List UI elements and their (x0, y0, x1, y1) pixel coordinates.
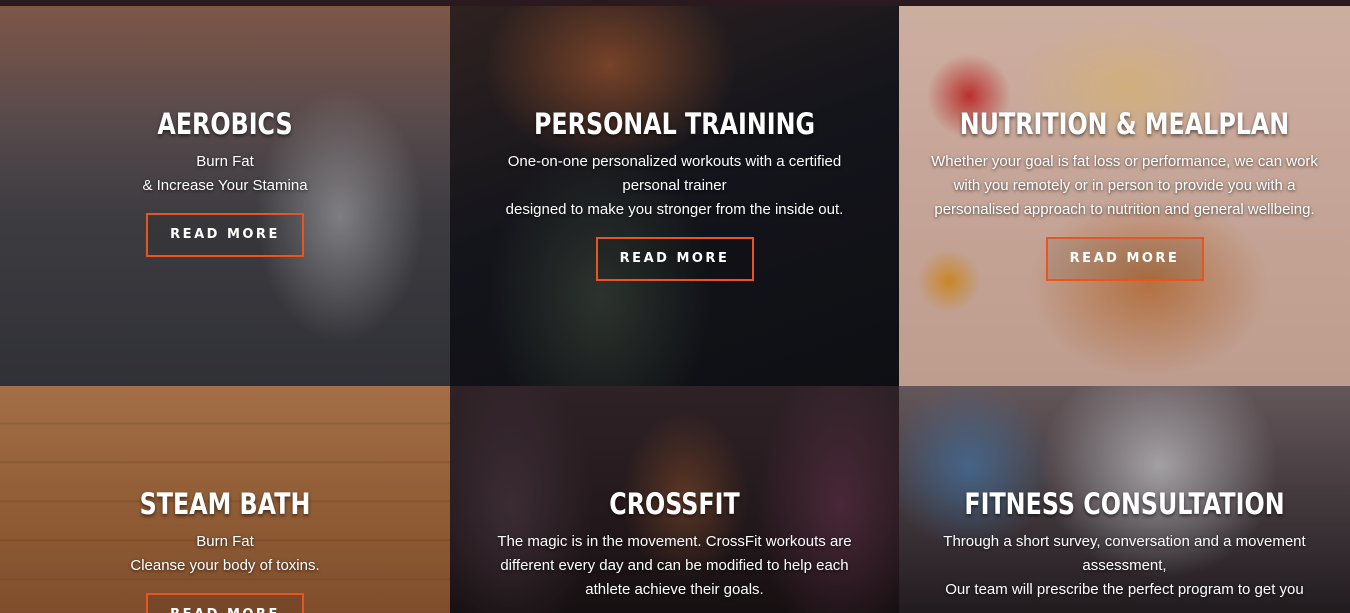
description-line: Cleanse your body of toxins. (130, 557, 320, 574)
aerobics-content: AEROBICS Burn Fat & Increase Your Stamin… (0, 106, 450, 257)
service-tile-crossfit: CROSSFIT The magic is in the movement. C… (450, 386, 899, 613)
service-description: One-on-one personalized workouts with a … (450, 150, 899, 222)
nutrition-content: NUTRITION & MEALPLAN Whether your goal i… (899, 106, 1350, 281)
crossfit-content: CROSSFIT The magic is in the movement. C… (450, 486, 899, 602)
description-line: Whether your goal is fat loss or perform… (931, 153, 1318, 170)
service-title: STEAM BATH (139, 487, 311, 521)
fitness-consultation-content: FITNESS CONSULTATION Through a short sur… (899, 486, 1350, 602)
description-line: with you remotely or in person to provid… (953, 177, 1296, 194)
services-grid: AEROBICS Burn Fat & Increase Your Stamin… (0, 6, 1350, 613)
read-more-button[interactable]: READ MORE (146, 593, 304, 613)
description-line: Burn Fat (196, 153, 254, 170)
description-line: One-on-one personalized workouts with a … (507, 153, 842, 170)
steam-bath-content: STEAM BATH Burn Fat Cleanse your body of… (0, 486, 450, 613)
description-line: personalised approach to nutrition and g… (934, 201, 1315, 218)
read-more-button[interactable]: READ MORE (595, 237, 754, 281)
service-title: PERSONAL TRAINING (533, 107, 816, 141)
service-title: AEROBICS (157, 107, 293, 141)
description-line: different every day and can be modified … (500, 557, 849, 574)
service-tile-fitness-consultation: FITNESS CONSULTATION Through a short sur… (899, 386, 1350, 613)
description-line: personal trainer (622, 177, 727, 194)
read-more-button[interactable]: READ MORE (146, 213, 304, 257)
service-description: Burn Fat & Increase Your Stamina (0, 150, 450, 198)
description-line: Our team will prescribe the perfect prog… (945, 581, 1304, 598)
service-description: The magic is in the movement. CrossFit w… (450, 530, 899, 602)
service-description: Through a short survey, conversation and… (899, 530, 1350, 602)
description-line: & Increase Your Stamina (142, 177, 308, 194)
service-title: FITNESS CONSULTATION (964, 487, 1285, 521)
personal-training-content: PERSONAL TRAINING One-on-one personalize… (450, 106, 899, 281)
service-title: CROSSFIT (609, 487, 740, 521)
service-tile-aerobics: AEROBICS Burn Fat & Increase Your Stamin… (0, 6, 450, 386)
service-description: Burn Fat Cleanse your body of toxins. (0, 530, 450, 578)
description-line: Through a short survey, conversation and… (943, 533, 1306, 550)
service-description: Whether your goal is fat loss or perform… (899, 150, 1350, 222)
description-line: assessment, (1082, 557, 1167, 574)
service-tile-steam-bath: STEAM BATH Burn Fat Cleanse your body of… (0, 386, 450, 613)
service-title: NUTRITION & MEALPLAN (959, 107, 1290, 141)
service-tile-personal-training: PERSONAL TRAINING One-on-one personalize… (450, 6, 899, 386)
description-line: designed to make you stronger from the i… (505, 201, 844, 218)
read-more-button[interactable]: READ MORE (1045, 237, 1204, 281)
service-tile-nutrition-mealplan: NUTRITION & MEALPLAN Whether your goal i… (899, 6, 1350, 386)
description-line: athlete achieve their goals. (585, 581, 764, 598)
description-line: Burn Fat (196, 533, 254, 550)
description-line: The magic is in the movement. CrossFit w… (497, 533, 852, 550)
